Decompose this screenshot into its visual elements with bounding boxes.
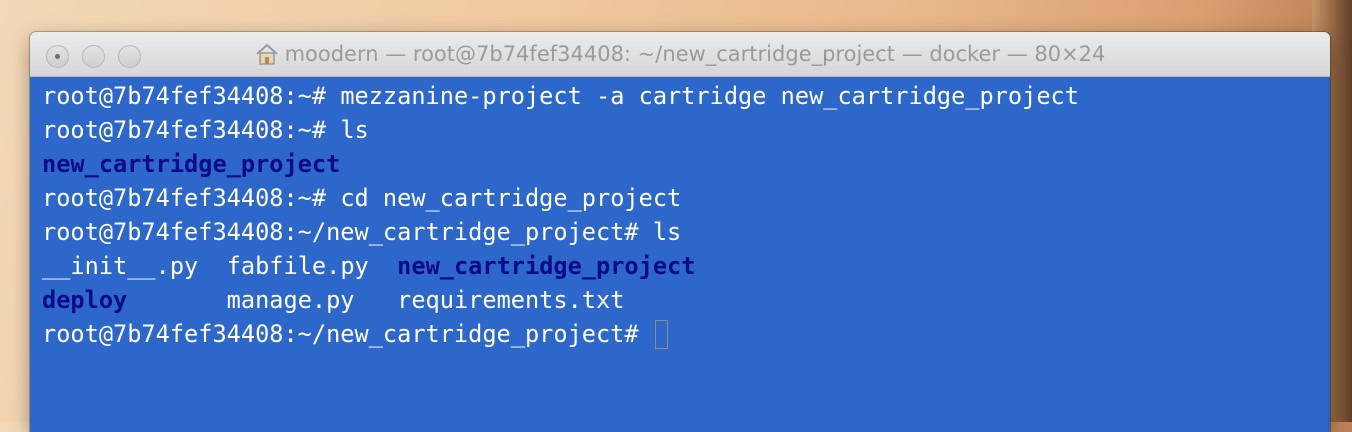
command: ls: [652, 218, 682, 246]
terminal-output[interactable]: root@7b74fef34408:~# mezzanine-project -…: [30, 77, 1330, 432]
title-bar[interactable]: moodern — root@7b74fef34408: ~/new_cartr…: [30, 32, 1330, 77]
directory-entry: new_cartridge_project: [42, 150, 341, 178]
window-title: moodern — root@7b74fef34408: ~/new_cartr…: [255, 42, 1106, 66]
window-title-text: moodern — root@7b74fef34408: ~/new_cartr…: [284, 42, 1106, 66]
command: cd new_cartridge_project: [340, 184, 682, 212]
block-cursor: [654, 320, 668, 349]
home-icon: [255, 43, 278, 65]
command: ls: [340, 116, 369, 144]
file-entry: manage.py: [226, 286, 355, 314]
file-entry: fabfile.py: [226, 252, 369, 280]
file-entry: __init__.py: [42, 252, 199, 280]
terminal-line: new_cartridge_project: [42, 147, 1330, 181]
minimize-button[interactable]: [82, 45, 105, 68]
zoom-button[interactable]: [118, 45, 141, 68]
close-button[interactable]: [46, 45, 69, 68]
file-entry: requirements.txt: [397, 286, 625, 314]
ls-output-row: __init__.py fabfile.py new_cartridge_pro…: [42, 249, 1330, 283]
prompt: root@7b74fef34408:~#: [42, 116, 341, 144]
terminal-line: root@7b74fef34408:~# ls: [42, 113, 1330, 147]
scrollbar-edge: [1328, 77, 1330, 432]
terminal-line: root@7b74fef34408:~# cd new_cartridge_pr…: [42, 181, 1330, 215]
directory-entry: deploy: [42, 286, 128, 314]
window-controls: [46, 45, 141, 68]
prompt: root@7b74fef34408:~/new_cartridge_projec…: [42, 320, 653, 348]
terminal-window[interactable]: moodern — root@7b74fef34408: ~/new_cartr…: [30, 32, 1330, 432]
directory-entry: new_cartridge_project: [397, 252, 696, 280]
prompt: root@7b74fef34408:~/new_cartridge_projec…: [42, 218, 653, 246]
terminal-line: root@7b74fef34408:~/new_cartridge_projec…: [42, 317, 1330, 351]
ls-output-row: deploy manage.py requirements.txt: [42, 283, 1330, 317]
prompt: root@7b74fef34408:~#: [42, 82, 341, 110]
terminal-line: root@7b74fef34408:~# mezzanine-project -…: [42, 79, 1330, 113]
command: mezzanine-project -a cartridge new_cartr…: [340, 82, 1079, 110]
prompt: root@7b74fef34408:~#: [42, 184, 341, 212]
terminal-line: root@7b74fef34408:~/new_cartridge_projec…: [42, 215, 1330, 249]
